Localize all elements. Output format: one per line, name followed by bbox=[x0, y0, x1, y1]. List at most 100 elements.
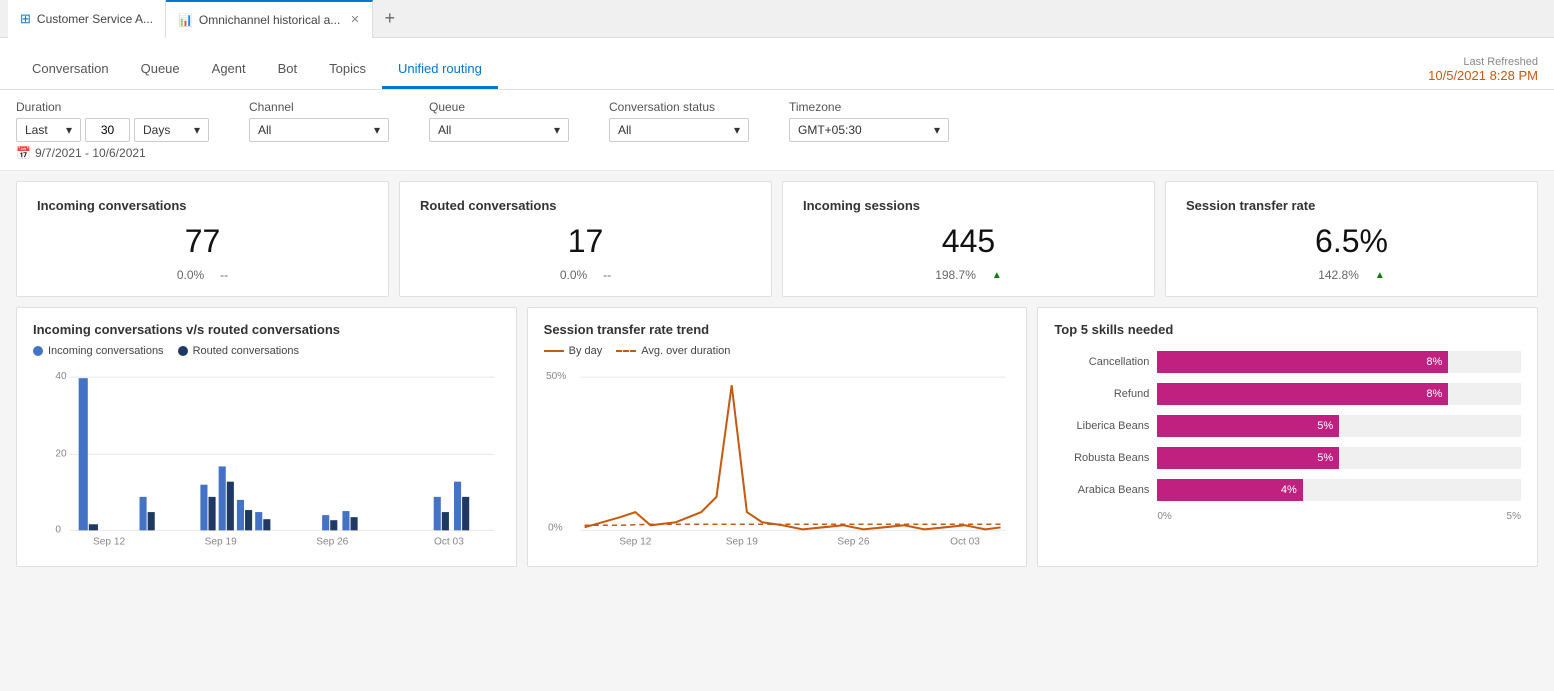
skill-row: Arabica Beans 4% bbox=[1054, 479, 1521, 501]
legend-line bbox=[544, 350, 564, 352]
duration-value-input[interactable] bbox=[85, 118, 130, 142]
bar-routed bbox=[351, 517, 358, 530]
kpi-change2: -- bbox=[220, 268, 228, 282]
kpi-value: 77 bbox=[37, 223, 368, 260]
skills-chart: Cancellation 8% Refund 8% Liberica Beans bbox=[1054, 345, 1521, 522]
skill-bar-container: 8% bbox=[1157, 351, 1521, 373]
skill-bar: 8% bbox=[1157, 351, 1448, 373]
bar-incoming bbox=[79, 378, 88, 530]
svg-text:Sep 26: Sep 26 bbox=[316, 537, 348, 548]
nav-item-topics[interactable]: Topics bbox=[313, 38, 382, 89]
calendar-icon: 📅 bbox=[16, 146, 31, 160]
skill-row: Robusta Beans 5% bbox=[1054, 447, 1521, 469]
bar-incoming bbox=[219, 466, 226, 530]
duration-preset-select[interactable]: Last ▾ bbox=[16, 118, 81, 142]
charts-row: Incoming conversations v/s routed conver… bbox=[0, 307, 1554, 577]
bar-incoming bbox=[237, 500, 244, 530]
axis-label: 0% bbox=[1157, 511, 1171, 522]
nav-item-conversation[interactable]: Conversation bbox=[16, 38, 125, 89]
chart-icon: 📊 bbox=[178, 13, 193, 27]
skill-pct: 5% bbox=[1317, 420, 1333, 432]
kpi-title: Incoming sessions bbox=[803, 198, 1134, 213]
kpi-value: 6.5% bbox=[1186, 223, 1517, 260]
tab-label: Omnichannel historical a... bbox=[199, 13, 340, 27]
skills-axis: 0% 5% bbox=[1054, 511, 1521, 522]
bar-chart-svg: 40 20 0 bbox=[33, 365, 500, 548]
arrow-up-icon: ▲ bbox=[1375, 270, 1385, 281]
session-transfer-trend-chart: Session transfer rate trend By day Avg. … bbox=[527, 307, 1028, 567]
skill-pct: 8% bbox=[1426, 388, 1442, 400]
duration-label: Duration bbox=[16, 100, 209, 114]
svg-text:40: 40 bbox=[55, 371, 67, 382]
refresh-value: 10/5/2021 8:28 PM bbox=[1428, 68, 1538, 83]
nav-item-queue[interactable]: Queue bbox=[125, 38, 196, 89]
tab-omnichannel[interactable]: 📊 Omnichannel historical a... ✕ bbox=[166, 0, 373, 38]
line-chart-svg: 50% 0% Sep 12 Sep 19 Sep 26 Oct 03 bbox=[544, 365, 1011, 548]
nav-item-bot[interactable]: Bot bbox=[262, 38, 314, 89]
chart-legend: Incoming conversations Routed conversati… bbox=[33, 345, 500, 357]
svg-text:Sep 19: Sep 19 bbox=[205, 537, 237, 548]
incoming-vs-routed-chart: Incoming conversations v/s routed conver… bbox=[16, 307, 517, 567]
svg-text:50%: 50% bbox=[546, 371, 566, 382]
skill-pct: 8% bbox=[1426, 356, 1442, 368]
bar-incoming bbox=[454, 482, 461, 531]
queue-select[interactable]: All ▾ bbox=[429, 118, 569, 142]
bar-incoming bbox=[434, 497, 441, 530]
bar-routed bbox=[227, 482, 234, 531]
bar-routed bbox=[148, 512, 155, 530]
nav-item-unified-routing[interactable]: Unified routing bbox=[382, 38, 498, 89]
legend-by-day: By day bbox=[544, 345, 603, 357]
bar-routed bbox=[442, 512, 449, 530]
nav-item-agent[interactable]: Agent bbox=[196, 38, 262, 89]
bar-routed bbox=[263, 519, 270, 530]
skill-label: Refund bbox=[1054, 388, 1149, 400]
channel-select[interactable]: All ▾ bbox=[249, 118, 389, 142]
svg-text:20: 20 bbox=[55, 448, 67, 459]
timezone-select[interactable]: GMT+05:30 ▾ bbox=[789, 118, 949, 142]
chevron-down-icon: ▾ bbox=[374, 123, 380, 137]
kpi-change1: 0.0% bbox=[560, 268, 587, 282]
skill-bar: 5% bbox=[1157, 447, 1339, 469]
conv-status-select[interactable]: All ▾ bbox=[609, 118, 749, 142]
kpi-row: Incoming conversations 77 0.0% -- Routed… bbox=[0, 171, 1554, 307]
kpi-footer: 0.0% -- bbox=[37, 268, 368, 282]
kpi-footer: 142.8% ▲ bbox=[1186, 268, 1517, 282]
close-icon[interactable]: ✕ bbox=[350, 13, 359, 26]
timezone-filter-group: Timezone GMT+05:30 ▾ bbox=[789, 100, 949, 142]
skill-row: Liberica Beans 5% bbox=[1054, 415, 1521, 437]
chart-legend: By day Avg. over duration bbox=[544, 345, 1011, 357]
avg-line bbox=[584, 524, 1000, 525]
duration-unit-select[interactable]: Days ▾ bbox=[134, 118, 209, 142]
skill-label: Arabica Beans bbox=[1054, 484, 1149, 496]
conv-status-label: Conversation status bbox=[609, 100, 749, 114]
legend-routed: Routed conversations bbox=[178, 345, 299, 357]
queue-label: Queue bbox=[429, 100, 569, 114]
tab-label: Customer Service A... bbox=[37, 12, 153, 26]
add-tab-button[interactable]: + bbox=[373, 8, 408, 29]
kpi-footer: 0.0% -- bbox=[420, 268, 751, 282]
tab-customer-service[interactable]: ⊞ Customer Service A... bbox=[8, 0, 166, 38]
skill-bar-container: 5% bbox=[1157, 447, 1521, 469]
chevron-down-icon: ▾ bbox=[554, 123, 560, 137]
last-refreshed: Last Refreshed 10/5/2021 8:28 PM bbox=[1428, 56, 1538, 89]
bar-routed bbox=[245, 510, 252, 530]
svg-text:0%: 0% bbox=[548, 522, 563, 533]
svg-text:Sep 12: Sep 12 bbox=[93, 537, 125, 548]
chevron-down-icon: ▾ bbox=[734, 123, 740, 137]
chart-title: Top 5 skills needed bbox=[1054, 322, 1521, 337]
tab-bar: ⊞ Customer Service A... 📊 Omnichannel hi… bbox=[0, 0, 1554, 38]
refresh-label: Last Refreshed bbox=[1428, 56, 1538, 68]
kpi-title: Routed conversations bbox=[420, 198, 751, 213]
svg-text:Sep 19: Sep 19 bbox=[725, 537, 757, 548]
top-skills-chart: Top 5 skills needed Cancellation 8% Refu… bbox=[1037, 307, 1538, 567]
axis-label: 5% bbox=[1507, 511, 1521, 522]
skill-bar: 5% bbox=[1157, 415, 1339, 437]
svg-text:Oct 03: Oct 03 bbox=[950, 537, 980, 548]
nav-bar: Conversation Queue Agent Bot Topics Unif… bbox=[0, 38, 1554, 90]
kpi-session-transfer-rate: Session transfer rate 6.5% 142.8% ▲ bbox=[1165, 181, 1538, 297]
bar-incoming bbox=[200, 485, 207, 531]
skill-bar: 8% bbox=[1157, 383, 1448, 405]
chevron-down-icon: ▾ bbox=[194, 123, 200, 137]
svg-text:Oct 03: Oct 03 bbox=[434, 537, 464, 548]
filters-bar: Duration Last ▾ Days ▾ Channel All ▾ bbox=[0, 90, 1554, 171]
